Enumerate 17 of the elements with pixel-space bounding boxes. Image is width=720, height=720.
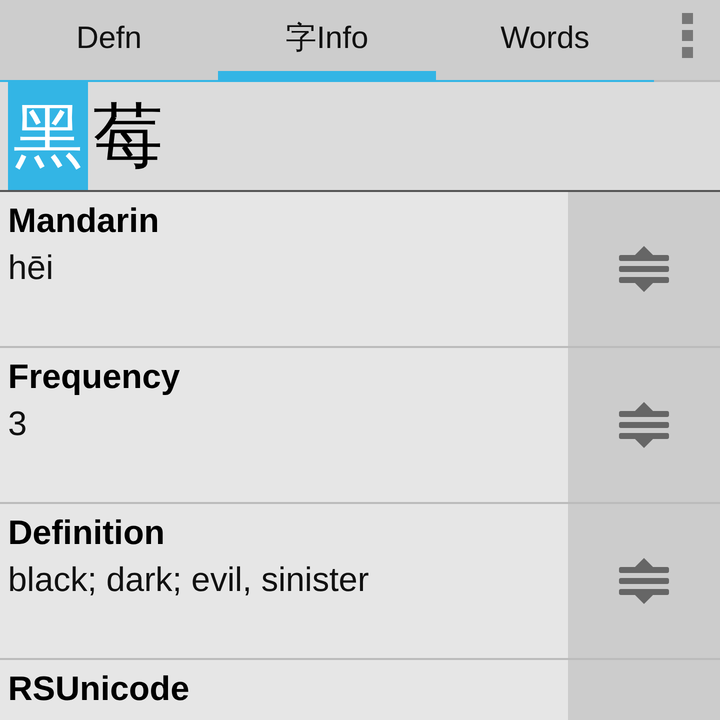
field-label: Definition (8, 514, 165, 553)
drag-handle-icon[interactable] (619, 402, 669, 448)
drag-handle-icon[interactable] (619, 558, 669, 604)
drag-handle-icon[interactable] (619, 246, 669, 292)
drag-handle-area[interactable] (568, 192, 720, 346)
tab[interactable]: Defn (0, 0, 218, 80)
tab[interactable]: Words (436, 0, 654, 80)
drag-handle-area[interactable] (568, 504, 720, 658)
field-label: RSUnicode (8, 670, 190, 709)
field-label: Frequency (8, 358, 180, 397)
field-label: Mandarin (8, 202, 160, 241)
drag-handle-area[interactable] (568, 348, 720, 502)
drag-handle-area[interactable] (568, 660, 720, 720)
field-value: 3 (8, 405, 27, 444)
character[interactable]: 莓 (88, 82, 168, 190)
field-value: black; dark; evil, sinister (8, 561, 369, 600)
field-value: hēi (8, 249, 54, 288)
